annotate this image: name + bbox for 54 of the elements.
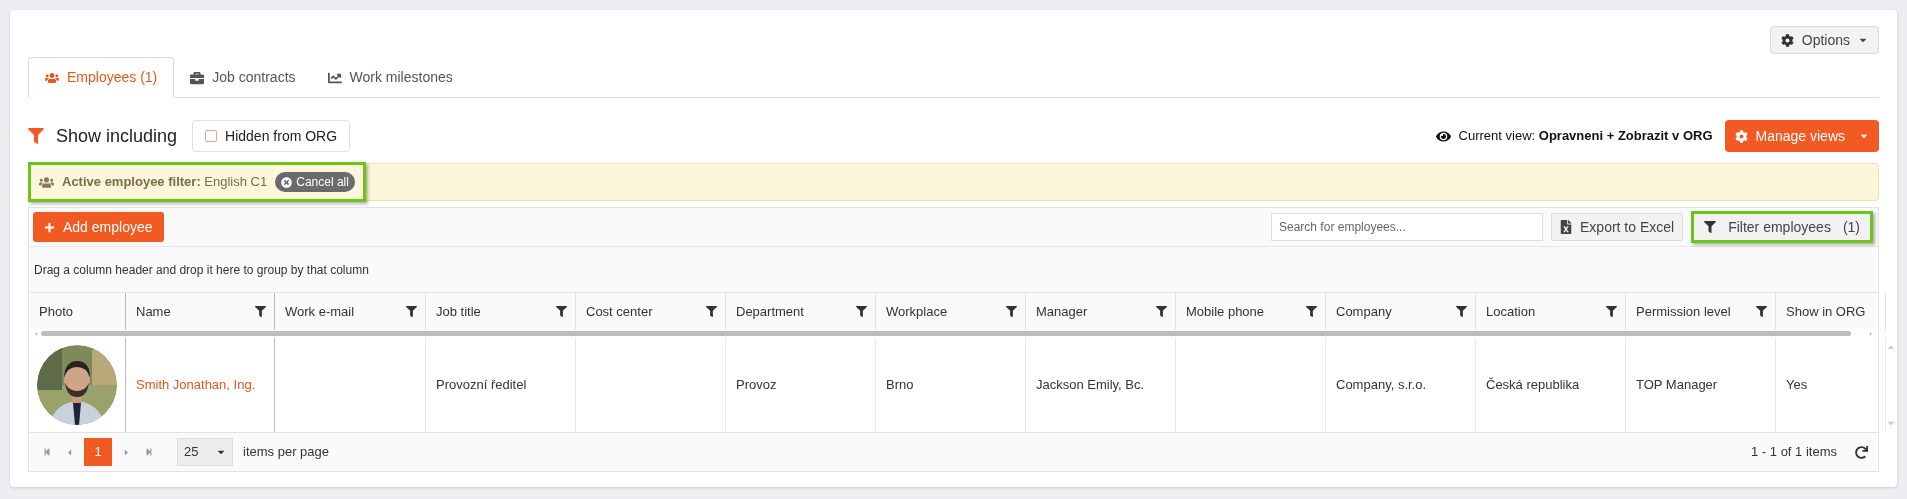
filter-icon[interactable] — [255, 306, 266, 317]
tab[interactable]: Job contracts — [174, 57, 312, 98]
table-cell: Yes — [1776, 338, 1886, 432]
filter-icon[interactable] — [556, 306, 567, 317]
first-page-icon[interactable] — [43, 448, 51, 456]
page-size-dropdown[interactable]: 25 — [177, 438, 233, 466]
filter-icon[interactable] — [1156, 306, 1167, 317]
briefcase-icon — [190, 70, 205, 85]
table-cell: Česká republika — [1476, 338, 1626, 432]
table-cell: Company, s.r.o. — [1326, 338, 1476, 432]
filter-icon[interactable] — [1006, 306, 1017, 317]
group-hint: Drag a column header and drop it here to group by that column — [34, 261, 369, 279]
filter-icon[interactable] — [706, 306, 717, 317]
tab[interactable]: Employees (1) — [28, 57, 175, 98]
line-chart-icon — [327, 70, 342, 85]
previous-page-icon[interactable] — [65, 447, 74, 457]
filter-employees-button[interactable]: Filter employees (1) — [1691, 211, 1873, 243]
filter-icon[interactable] — [1456, 306, 1467, 317]
table-cell: TOP Manager — [1626, 338, 1776, 432]
checkbox[interactable] — [205, 130, 218, 142]
filter-icon[interactable] — [1756, 306, 1767, 317]
table-cell: Provoz — [726, 338, 876, 432]
excel-file-icon — [1560, 220, 1572, 234]
users-icon — [39, 174, 54, 190]
pager-summary: 1 - 1 of 1 items — [1751, 443, 1837, 462]
filter-icon[interactable] — [1606, 306, 1617, 317]
last-page-icon[interactable] — [145, 448, 153, 456]
filter-icon — [1704, 221, 1717, 233]
cancel-all-button[interactable]: Cancel all — [275, 172, 355, 192]
filter-icon[interactable] — [1306, 306, 1317, 317]
export-button[interactable]: Export to Excel — [1551, 213, 1684, 241]
filter-icon[interactable] — [406, 306, 417, 317]
active-filter-text: Active employee filter: English C1 — [62, 173, 268, 192]
hidden-from-org-checkbox[interactable]: Hidden from ORG — [192, 120, 351, 152]
table-cell: Provozní ředitel — [426, 338, 576, 432]
refresh-icon[interactable] — [1855, 445, 1868, 459]
filter-icon — [28, 128, 44, 144]
next-page-icon[interactable] — [122, 447, 131, 457]
plus-icon — [44, 221, 55, 233]
table-cell: Jackson Emily, Bc. — [1026, 338, 1176, 432]
page-size-label: items per page — [243, 443, 329, 462]
options-button[interactable]: Options — [1769, 26, 1879, 54]
settings-icon — [1734, 129, 1748, 143]
table-cell[interactable]: Smith Jonathan, Ing. — [126, 338, 275, 432]
search-field[interactable]: Search for employees... — [1271, 213, 1543, 241]
filter-icon[interactable] — [856, 306, 867, 317]
users-icon — [45, 70, 59, 85]
current-view-label: Current view: Opravneni + Zobrazit v ORG — [1458, 127, 1713, 146]
horizontal-scrollbar[interactable] — [41, 331, 1851, 336]
tab[interactable]: Work milestones — [311, 57, 469, 98]
settings-icon — [1780, 33, 1794, 47]
table-cell: Brno — [876, 338, 1026, 432]
close-icon — [281, 176, 293, 188]
show-including-label: Show including — [56, 124, 178, 148]
